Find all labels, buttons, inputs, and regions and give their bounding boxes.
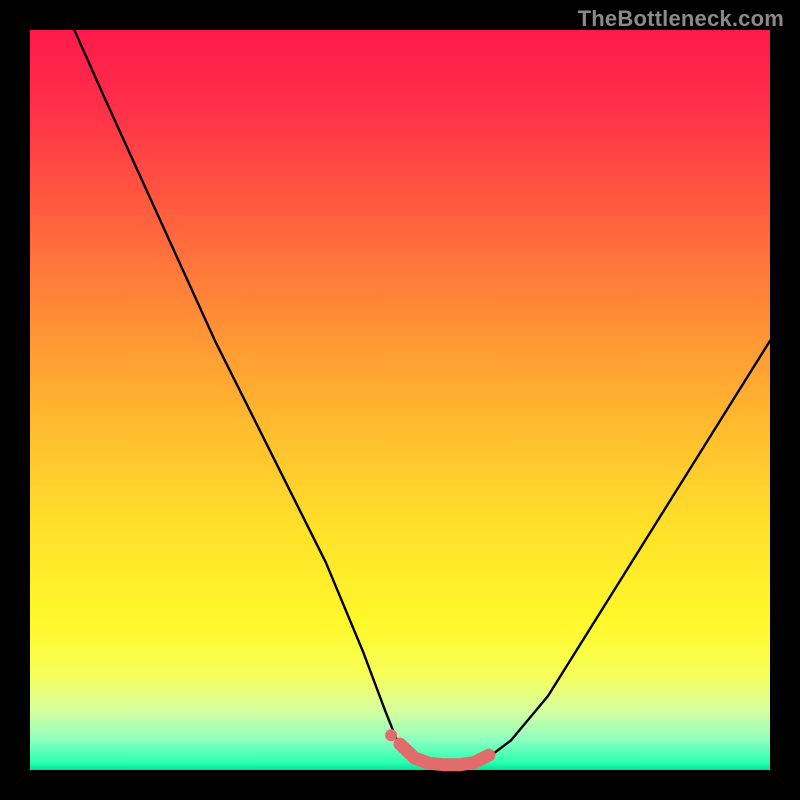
- bottleneck-curve: [74, 30, 770, 766]
- chart-overlay: [30, 30, 770, 770]
- optimal-zone-band: [400, 744, 489, 765]
- watermark-text: TheBottleneck.com: [578, 6, 784, 32]
- optimal-zone-markers: [385, 729, 489, 765]
- optimal-zone-start-dot: [385, 729, 397, 741]
